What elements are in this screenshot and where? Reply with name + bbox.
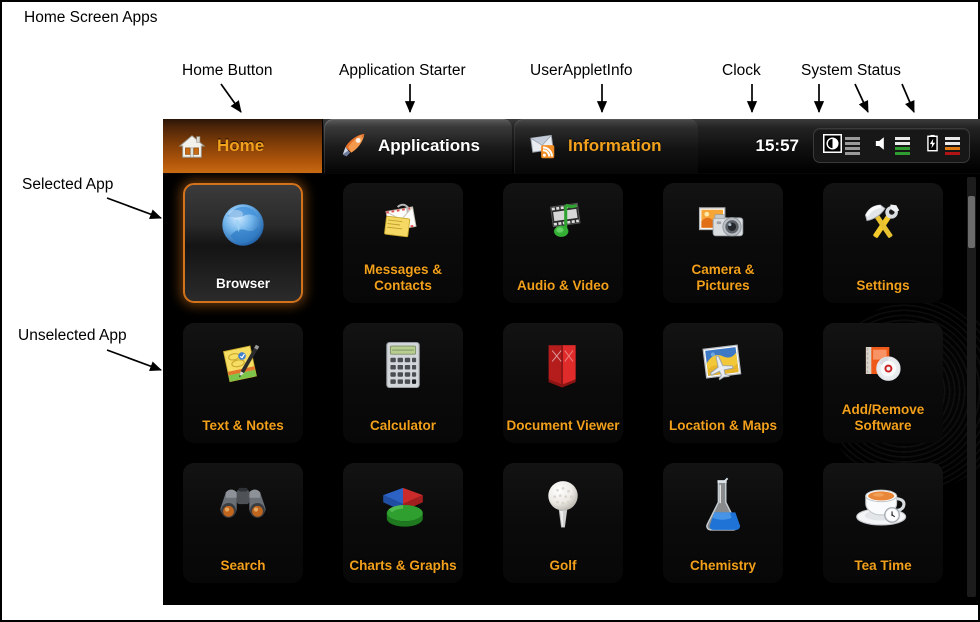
app-label-charts-graphs: Charts & Graphs — [349, 558, 457, 573]
app-label-golf: Golf — [549, 558, 577, 573]
top-bar: Home Applications Information 15:57 — [163, 119, 980, 173]
status-brightness[interactable] — [823, 133, 860, 158]
notes-pen-icon — [214, 336, 272, 394]
golf-ball-icon — [534, 476, 592, 534]
app-tile-text-notes[interactable]: Text & Notes — [183, 323, 303, 443]
battery-level-bars — [945, 136, 960, 155]
app-tile-camera[interactable]: Camera & Pictures — [663, 183, 783, 303]
volume-icon — [873, 134, 892, 158]
tab-information[interactable]: Information — [514, 119, 698, 173]
tab-applications-label: Applications — [378, 136, 481, 155]
annotation-system-status: System Status — [801, 62, 901, 79]
annotation-clock: Clock — [722, 62, 761, 79]
calculator-icon — [374, 336, 432, 394]
teacup-icon — [854, 476, 912, 534]
map-plane-icon — [694, 336, 752, 394]
status-battery[interactable] — [923, 134, 960, 158]
annotation-selected-app: Selected App — [22, 176, 114, 193]
app-grid-area: Browser Messages & Contacts Audio & Vide… — [163, 174, 980, 605]
house-icon — [177, 131, 207, 161]
red-book-icon — [534, 336, 592, 394]
app-label-calculator: Calculator — [369, 418, 437, 433]
app-tile-location-maps[interactable]: Location & Maps — [663, 323, 783, 443]
device-screen: Home Applications Information 15:57 Brow… — [163, 119, 980, 605]
app-label-add-remove-software: Add/Remove Software — [841, 402, 925, 433]
app-label-location-maps: Location & Maps — [668, 418, 777, 433]
app-label-search: Search — [220, 558, 266, 573]
system-status-tray[interactable] — [813, 128, 970, 163]
app-tile-add-remove-software[interactable]: Add/Remove Software — [823, 323, 943, 443]
rss-mail-icon — [528, 131, 558, 161]
app-tile-charts-graphs[interactable]: Charts & Graphs — [343, 463, 463, 583]
binoculars-icon — [214, 476, 272, 534]
app-tile-calculator[interactable]: Calculator — [343, 323, 463, 443]
app-label-document-viewer: Document Viewer — [506, 418, 620, 433]
tab-home[interactable]: Home — [163, 119, 323, 173]
scrollbar-thumb[interactable] — [968, 196, 975, 248]
annotation-application-starter: Application Starter — [339, 62, 466, 79]
screenshot-root: Home Screen Apps Home Button Application… — [0, 0, 980, 622]
annotation-unselected-app: Unselected App — [18, 327, 127, 344]
app-label-text-notes: Text & Notes — [202, 418, 284, 433]
app-tile-golf[interactable]: Golf — [503, 463, 623, 583]
app-label-browser: Browser — [215, 276, 271, 291]
annotation-userappletinfo: UserAppletInfo — [530, 62, 633, 79]
app-label-tea-time: Tea Time — [854, 558, 912, 573]
app-label-chemistry: Chemistry — [689, 558, 757, 573]
annotation-home-button: Home Button — [182, 62, 273, 79]
tools-icon — [854, 196, 912, 254]
rocket-icon — [338, 131, 368, 161]
volume-level-bars — [895, 136, 910, 155]
app-label-messages: Messages & Contacts — [363, 262, 443, 293]
pie-chart-icon — [374, 476, 432, 534]
app-tile-chemistry[interactable]: Chemistry — [663, 463, 783, 583]
app-tile-search[interactable]: Search — [183, 463, 303, 583]
annotation-title: Home Screen Apps — [24, 9, 158, 26]
envelope-icon — [374, 196, 432, 254]
app-tile-messages[interactable]: Messages & Contacts — [343, 183, 463, 303]
app-tile-document-viewer[interactable]: Document Viewer — [503, 323, 623, 443]
package-cd-icon — [854, 336, 912, 394]
battery-icon — [923, 134, 942, 158]
camera-icon — [694, 196, 752, 254]
app-tile-settings[interactable]: Settings — [823, 183, 943, 303]
app-label-audio-video: Audio & Video — [516, 278, 609, 293]
tab-applications[interactable]: Applications — [324, 119, 512, 173]
tab-information-label: Information — [568, 136, 662, 155]
app-tile-audio-video[interactable]: Audio & Video — [503, 183, 623, 303]
film-note-icon — [534, 196, 592, 254]
flask-icon — [694, 476, 752, 534]
app-tile-tea-time[interactable]: Tea Time — [823, 463, 943, 583]
app-grid: Browser Messages & Contacts Audio & Vide… — [163, 174, 980, 583]
app-grid-scrollbar[interactable] — [967, 177, 976, 597]
brightness-icon — [823, 133, 842, 158]
clock-time: 15:57 — [755, 135, 799, 155]
clock: 15:57 — [756, 119, 813, 172]
brightness-level-bars — [845, 136, 860, 155]
app-label-settings: Settings — [856, 278, 910, 293]
globe-icon — [214, 196, 272, 254]
app-label-camera: Camera & Pictures — [691, 262, 755, 293]
status-volume[interactable] — [873, 134, 910, 158]
app-tile-browser[interactable]: Browser — [183, 183, 303, 303]
tab-home-label: Home — [217, 136, 265, 155]
